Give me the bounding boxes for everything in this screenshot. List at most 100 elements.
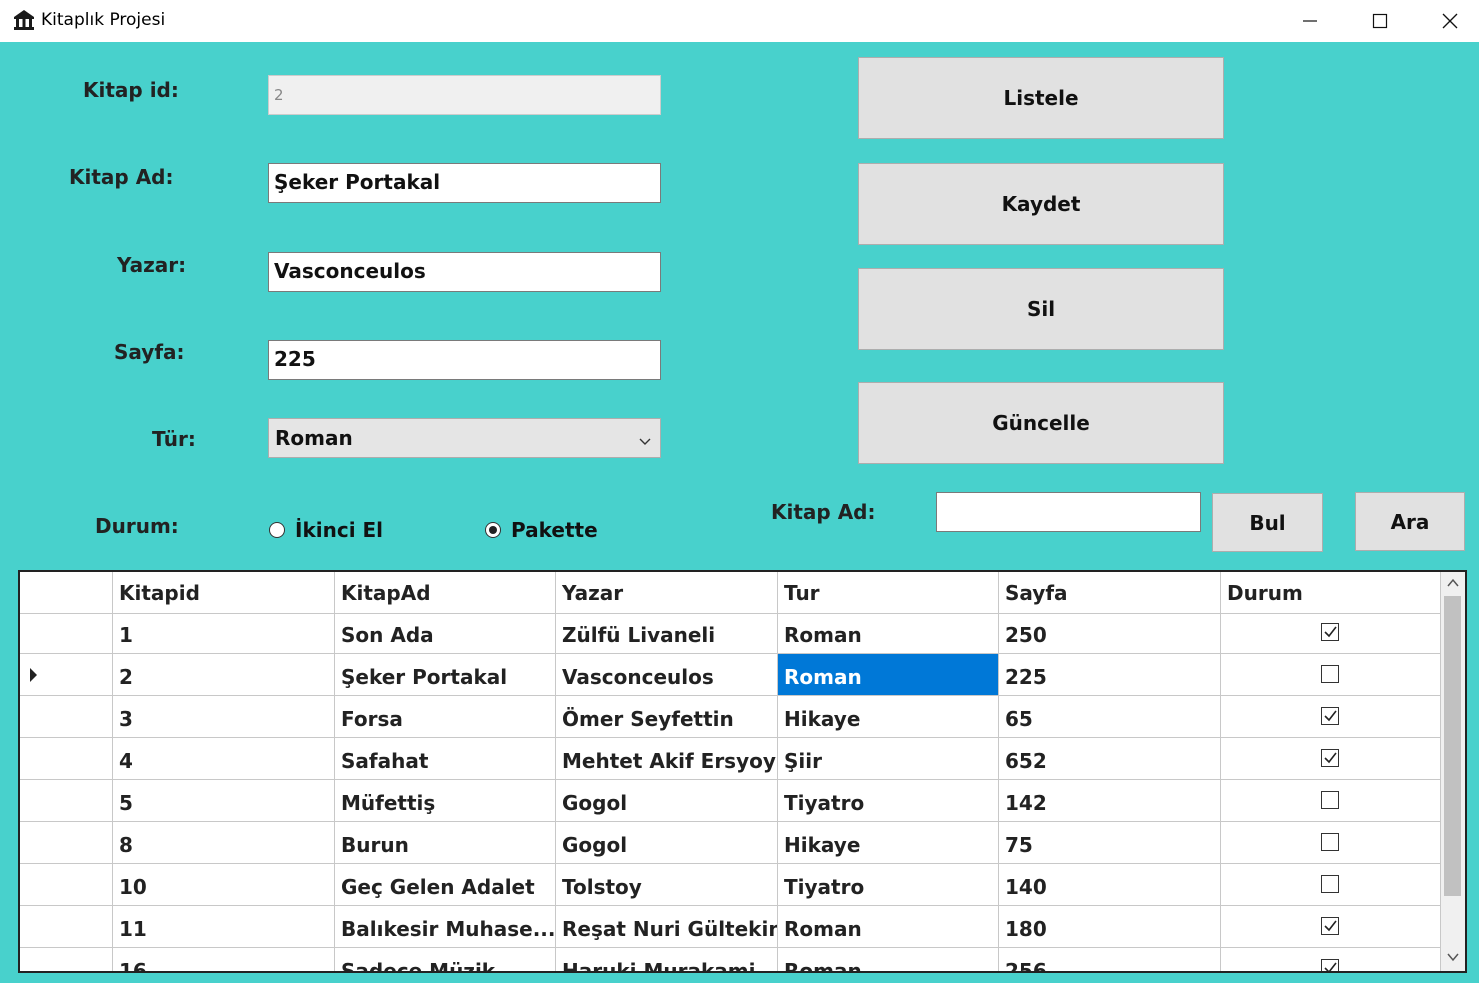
cell-kitapad[interactable]: Balıkesir Muhase... [335, 906, 556, 948]
checked-checkbox[interactable] [1321, 959, 1339, 971]
cell-tur[interactable]: Tiyatro [778, 780, 999, 822]
cell-durum[interactable] [1221, 612, 1441, 654]
row-header[interactable] [20, 612, 113, 654]
checked-checkbox[interactable] [1321, 623, 1339, 641]
kitap-ad-field[interactable]: Şeker Portakal [268, 163, 661, 203]
cell-sayfa[interactable]: 142 [999, 780, 1221, 822]
checked-checkbox[interactable] [1321, 917, 1339, 935]
cell-yazar[interactable]: Ömer Seyfettin [556, 696, 778, 738]
cell-kitapid[interactable]: 5 [113, 780, 335, 822]
cell-kitapid[interactable]: 11 [113, 906, 335, 948]
cell-kitapid[interactable]: 4 [113, 738, 335, 780]
cell-tur[interactable]: Roman [778, 906, 999, 948]
kaydet-button[interactable]: Kaydet [858, 163, 1224, 245]
unchecked-checkbox[interactable] [1321, 833, 1339, 851]
cell-yazar[interactable]: Haruki Murakami [556, 948, 778, 971]
row-header[interactable] [20, 738, 113, 780]
column-header-kitapad[interactable]: KitapAd [335, 572, 556, 614]
cell-sayfa[interactable]: 250 [999, 612, 1221, 654]
scroll-down-arrow-icon[interactable] [1447, 952, 1459, 962]
bul-button[interactable]: Bul [1212, 493, 1323, 552]
row-header[interactable] [20, 864, 113, 906]
cell-yazar[interactable]: Tolstoy [556, 864, 778, 906]
table-row[interactable]: 3 Forsa Ömer Seyfettin Hikaye 65 [20, 696, 1441, 738]
cell-sayfa[interactable]: 75 [999, 822, 1221, 864]
cell-kitapad[interactable]: Son Ada [335, 612, 556, 654]
cell-yazar[interactable]: Vasconceulos [556, 654, 778, 696]
cell-durum[interactable] [1221, 948, 1441, 971]
table-row[interactable]: 8 Burun Gogol Hikaye 75 [20, 822, 1441, 864]
cell-tur[interactable]: Roman [778, 654, 999, 696]
cell-tur[interactable]: Roman [778, 612, 999, 654]
cell-sayfa[interactable]: 65 [999, 696, 1221, 738]
guncelle-button[interactable]: Güncelle [858, 382, 1224, 464]
cell-kitapid[interactable]: 16 [113, 948, 335, 971]
listele-button[interactable]: Listele [858, 57, 1224, 139]
cell-kitapid[interactable]: 10 [113, 864, 335, 906]
yazar-field[interactable]: Vasconceulos [268, 252, 661, 292]
cell-yazar[interactable]: Zülfü Livaneli [556, 612, 778, 654]
cell-durum[interactable] [1221, 696, 1441, 738]
cell-kitapid[interactable]: 2 [113, 654, 335, 696]
cell-durum[interactable] [1221, 780, 1441, 822]
cell-yazar[interactable]: Mehtet Akif Ersyoy [556, 738, 778, 780]
cell-kitapid[interactable]: 8 [113, 822, 335, 864]
cell-sayfa[interactable]: 256 [999, 948, 1221, 971]
table-row[interactable]: 2 Şeker Portakal Vasconceulos Roman 225 [20, 654, 1441, 696]
cell-durum[interactable] [1221, 654, 1441, 696]
cell-kitapad[interactable]: Burun [335, 822, 556, 864]
cell-tur[interactable]: Şiir [778, 738, 999, 780]
cell-yazar[interactable]: Reşat Nuri Gültekin [556, 906, 778, 948]
unchecked-checkbox[interactable] [1321, 875, 1339, 893]
cell-sayfa[interactable]: 180 [999, 906, 1221, 948]
cell-tur[interactable]: Hikaye [778, 696, 999, 738]
scrollbar-thumb[interactable] [1444, 596, 1461, 896]
cell-sayfa[interactable]: 225 [999, 654, 1221, 696]
scroll-up-arrow-icon[interactable] [1447, 578, 1459, 588]
search-kitap-ad-field[interactable] [936, 492, 1201, 532]
unchecked-checkbox[interactable] [1321, 665, 1339, 683]
table-row[interactable]: 5 Müfettiş Gogol Tiyatro 142 [20, 780, 1441, 822]
table-row[interactable]: 1 Son Ada Zülfü Livaneli Roman 250 [20, 612, 1441, 654]
checked-checkbox[interactable] [1321, 749, 1339, 767]
ara-button[interactable]: Ara [1355, 492, 1465, 551]
table-row[interactable]: 11 Balıkesir Muhase... Reşat Nuri Gültekin… [20, 906, 1441, 948]
table-row[interactable]: 4 Safahat Mehtet Akif Ersyoy Şiir 652 [20, 738, 1441, 780]
cell-kitapid[interactable]: 1 [113, 612, 335, 654]
row-header[interactable] [20, 822, 113, 864]
sil-button[interactable]: Sil [858, 268, 1224, 350]
row-header[interactable] [20, 780, 113, 822]
cell-kitapad[interactable]: Sadece Müzik [335, 948, 556, 971]
cell-kitapad[interactable]: Geç Gelen Adalet [335, 864, 556, 906]
grid-vertical-scrollbar[interactable] [1441, 572, 1465, 971]
radio-ikinci-el[interactable]: İkinci El [269, 518, 383, 542]
table-row[interactable]: 16 Sadece Müzik Haruki Murakami Roman 256 [20, 948, 1441, 971]
column-header-kitapid[interactable]: Kitapid [113, 572, 335, 614]
cell-kitapid[interactable]: 3 [113, 696, 335, 738]
cell-durum[interactable] [1221, 906, 1441, 948]
row-header[interactable] [20, 906, 113, 948]
cell-durum[interactable] [1221, 822, 1441, 864]
cell-tur[interactable]: Hikaye [778, 822, 999, 864]
cell-kitapad[interactable]: Forsa [335, 696, 556, 738]
column-header-sayfa[interactable]: Sayfa [999, 572, 1221, 614]
tur-combobox[interactable]: Roman [268, 418, 661, 458]
cell-sayfa[interactable]: 652 [999, 738, 1221, 780]
column-header-yazar[interactable]: Yazar [556, 572, 778, 614]
close-button[interactable] [1415, 0, 1479, 42]
cell-durum[interactable] [1221, 738, 1441, 780]
cell-durum[interactable] [1221, 864, 1441, 906]
cell-tur[interactable]: Roman [778, 948, 999, 971]
unchecked-checkbox[interactable] [1321, 791, 1339, 809]
books-data-grid[interactable]: Kitapid KitapAd Yazar Tur Sayfa Durum 1S… [18, 570, 1467, 973]
cell-yazar[interactable]: Gogol [556, 780, 778, 822]
row-header[interactable] [20, 654, 113, 696]
table-row[interactable]: 10 Geç Gelen Adalet Tolstoy Tiyatro 140 [20, 864, 1441, 906]
minimize-button[interactable] [1275, 0, 1345, 42]
column-header-tur[interactable]: Tur [778, 572, 999, 614]
sayfa-field[interactable]: 225 [268, 340, 661, 380]
cell-tur[interactable]: Tiyatro [778, 864, 999, 906]
cell-kitapad[interactable]: Safahat [335, 738, 556, 780]
column-header-durum[interactable]: Durum [1221, 572, 1441, 614]
checked-checkbox[interactable] [1321, 707, 1339, 725]
